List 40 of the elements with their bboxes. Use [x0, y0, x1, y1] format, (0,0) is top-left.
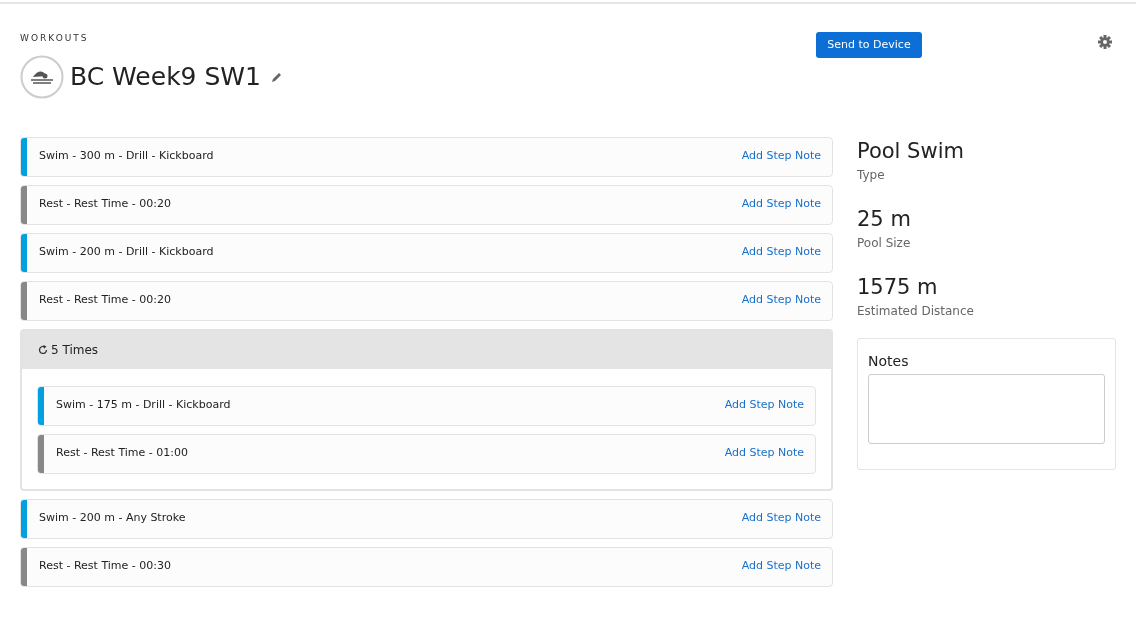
step-label: Rest - Rest Time - 00:20: [39, 292, 172, 309]
step-label: Swim - 300 m - Drill - Kickboard: [39, 148, 215, 165]
add-step-note-link[interactable]: Add Step Note: [741, 244, 821, 261]
workout-step[interactable]: Rest - Rest Time - 00:30 Add Step Note: [20, 546, 833, 587]
step-label: Rest - Rest Time - 00:30: [39, 558, 172, 575]
repeat-label: 5 Times: [51, 341, 99, 359]
notes-field[interactable]: [868, 374, 1105, 444]
summary-label: Type: [857, 167, 886, 184]
pencil-icon[interactable]: [270, 70, 283, 83]
workout-step[interactable]: Swim - 300 m - Drill - Kickboard Add Step Note: [20, 136, 833, 177]
summary-value: 1575 m: [857, 274, 939, 300]
breadcrumb[interactable]: WORKOUTS: [20, 32, 89, 46]
step-label: Rest - Rest Time - 00:20: [39, 196, 172, 213]
add-step-note-link[interactable]: Add Step Note: [741, 196, 821, 213]
workout-step[interactable]: Swim - 175 m - Drill - Kickboard Add Step Note: [37, 385, 816, 426]
workout-step[interactable]: Rest - Rest Time - 00:20 Add Step Note: [20, 184, 833, 225]
step-label: Swim - 175 m - Drill - Kickboard: [56, 397, 232, 414]
summary-value: Pool Swim: [857, 138, 965, 164]
summary-label: Pool Size: [857, 235, 912, 252]
add-step-note-link[interactable]: Add Step Note: [741, 292, 821, 309]
add-step-note-link[interactable]: Add Step Note: [724, 397, 804, 414]
summary-label: Estimated Distance: [857, 303, 975, 320]
workout-step[interactable]: Rest - Rest Time - 01:00 Add Step Note: [37, 433, 816, 474]
workout-step[interactable]: Swim - 200 m - Drill - Kickboard Add Step Note: [20, 232, 833, 273]
workout-step[interactable]: Rest - Rest Time - 00:20 Add Step Note: [20, 280, 833, 321]
swimmer-icon: [20, 54, 64, 99]
workout-title: BC Week9 SW1: [70, 64, 261, 89]
step-label: Swim - 200 m - Drill - Kickboard: [39, 244, 215, 261]
step-label: Swim - 200 m - Any Stroke: [39, 510, 187, 527]
step-label: Rest - Rest Time - 01:00: [56, 445, 189, 462]
add-step-note-link[interactable]: Add Step Note: [724, 445, 804, 462]
repeat-icon: [38, 344, 48, 355]
add-step-note-link[interactable]: Add Step Note: [741, 148, 821, 165]
add-step-note-link[interactable]: Add Step Note: [741, 510, 821, 527]
add-step-note-link[interactable]: Add Step Note: [741, 558, 821, 575]
send-to-device-button[interactable]: Send to Device: [816, 32, 922, 58]
summary-value: 25 m: [857, 206, 912, 232]
workout-step[interactable]: Swim - 200 m - Any Stroke Add Step Note: [20, 498, 833, 539]
settings-icon[interactable]: [1098, 35, 1112, 49]
notes-label: Notes: [868, 352, 910, 371]
